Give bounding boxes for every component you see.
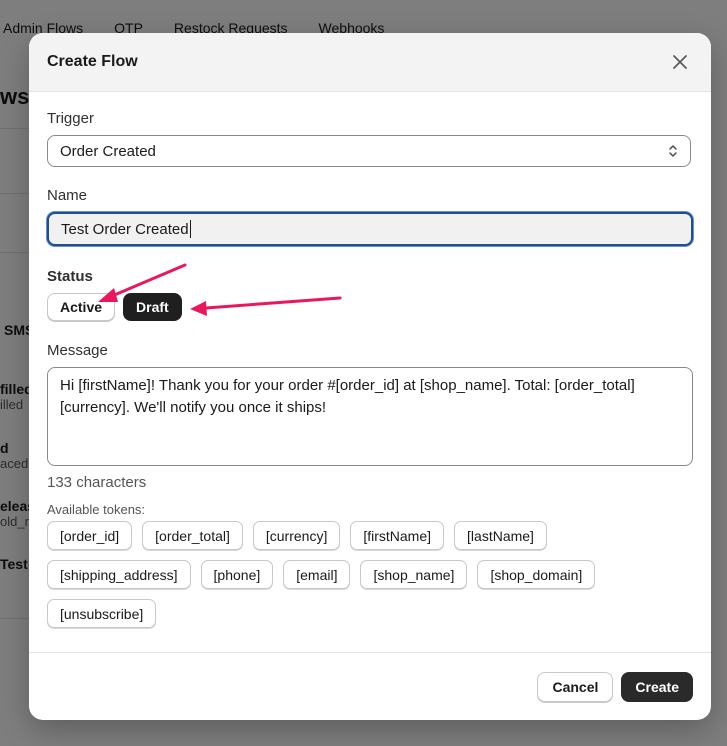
status-active-button[interactable]: Active — [47, 293, 116, 321]
token-last-name[interactable]: [lastName] — [454, 521, 547, 550]
trigger-label: Trigger — [47, 110, 94, 127]
modal-header: Create Flow — [29, 33, 711, 92]
token-shop-name[interactable]: [shop_name] — [360, 560, 468, 589]
select-chevron-icon — [669, 145, 677, 157]
text-cursor — [189, 220, 191, 238]
close-button[interactable] — [667, 49, 693, 75]
token-shipping-address[interactable]: [shipping_address] — [47, 560, 191, 589]
token-first-name[interactable]: [firstName] — [350, 521, 445, 550]
status-draft-button[interactable]: Draft — [123, 293, 182, 321]
create-flow-modal: Create Flow Trigger Order Created Name T… — [29, 33, 711, 720]
close-icon — [673, 55, 687, 69]
token-shop-domain[interactable]: [shop_domain] — [477, 560, 596, 589]
modal-body: Trigger Order Created Name Test Order Cr… — [29, 92, 711, 628]
name-label: Name — [47, 187, 88, 204]
token-order-id[interactable]: [order_id] — [47, 521, 133, 550]
token-order-total[interactable]: [order_total] — [142, 521, 243, 550]
token-phone[interactable]: [phone] — [200, 560, 274, 589]
status-toggle-group: Active Draft — [47, 293, 693, 321]
status-label: Status — [47, 268, 93, 285]
message-label: Message — [47, 342, 108, 359]
name-input[interactable]: Test Order Created — [47, 212, 693, 246]
trigger-select[interactable]: Order Created — [47, 135, 691, 167]
modal-title: Create Flow — [47, 53, 138, 70]
token-email[interactable]: [email] — [283, 560, 351, 589]
available-tokens-label: Available tokens: — [47, 502, 146, 517]
token-unsubscribe[interactable]: [unsubscribe] — [47, 599, 157, 628]
modal-footer: Cancel Create — [29, 652, 711, 720]
create-button[interactable]: Create — [621, 671, 693, 702]
message-textarea[interactable]: Hi [firstName]! Thank you for your order… — [47, 367, 693, 466]
character-count: 133 characters — [47, 474, 147, 491]
token-currency[interactable]: [currency] — [252, 521, 341, 550]
cancel-button[interactable]: Cancel — [537, 671, 614, 702]
trigger-select-value: Order Created — [60, 142, 156, 160]
token-list: [order_id] [order_total] [currency] [fir… — [47, 521, 697, 628]
name-input-value: Test Order Created — [61, 220, 189, 238]
